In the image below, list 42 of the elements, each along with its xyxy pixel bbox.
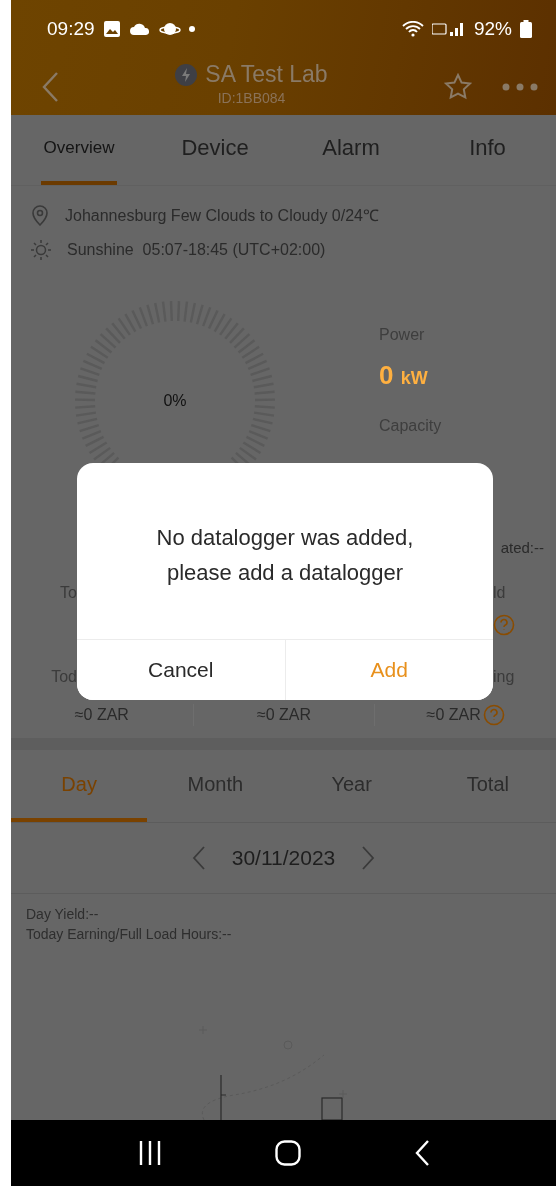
period-tab[interactable]: Year — [283, 750, 420, 822]
tab[interactable]: Device — [160, 115, 270, 185]
home-button[interactable] — [274, 1140, 301, 1166]
more-button[interactable] — [502, 82, 538, 91]
period-tab[interactable]: Total — [419, 750, 556, 822]
power-value: 0 kW — [379, 360, 429, 391]
wifi-icon — [401, 21, 424, 37]
dialog-message: No datalogger was added, please add a datalogger — [155, 524, 415, 587]
add-button[interactable]: Add — [284, 640, 493, 700]
tab[interactable]: Alarm — [296, 115, 406, 185]
status-time: 09:29 — [47, 18, 95, 40]
summary-text: Day Yield:-- — [26, 906, 100, 922]
gauge-percent: 0% — [163, 392, 187, 410]
planet-icon — [158, 21, 181, 37]
period-tab[interactable]: Month — [147, 750, 284, 822]
back-button[interactable] — [41, 70, 59, 103]
plant-id: ID:1BB084 — [217, 90, 286, 106]
stat-value: ≈0 ZAR — [426, 706, 481, 724]
sun-icon — [31, 240, 51, 260]
cloud-icon — [128, 22, 151, 36]
lightning-icon — [175, 63, 198, 86]
updated-text: ated:-- — [500, 539, 544, 556]
stat-value: ≈0 ZAR — [74, 706, 129, 724]
stat-value: ≈0 ZAR — [256, 706, 312, 724]
battery-icon — [520, 20, 532, 38]
star-button[interactable] — [444, 72, 472, 101]
back-nav-button[interactable] — [413, 1139, 430, 1167]
dot-icon — [188, 26, 195, 32]
weather-text: Johannesburg Few Clouds to Cloudy 0/24℃ — [65, 206, 379, 226]
previous-date-button[interactable] — [191, 845, 206, 871]
date-text: 30/11/2023 — [231, 846, 336, 870]
location-pin-icon — [31, 204, 49, 226]
battery-percent: 92% — [473, 18, 512, 40]
plant-title: SA Test Lab — [205, 61, 328, 88]
summary-text: Today Earning/Full Load Hours:-- — [26, 926, 233, 942]
image-icon — [102, 20, 121, 38]
tab[interactable]: Overview — [41, 115, 117, 185]
recent-apps-button[interactable] — [137, 1140, 162, 1166]
sunshine-text: Sunshine 05:07-18:45 (UTC+02:00) — [67, 241, 326, 259]
signal-icon — [431, 21, 466, 37]
next-date-button[interactable] — [361, 845, 376, 871]
tab[interactable]: Info — [432, 115, 543, 185]
